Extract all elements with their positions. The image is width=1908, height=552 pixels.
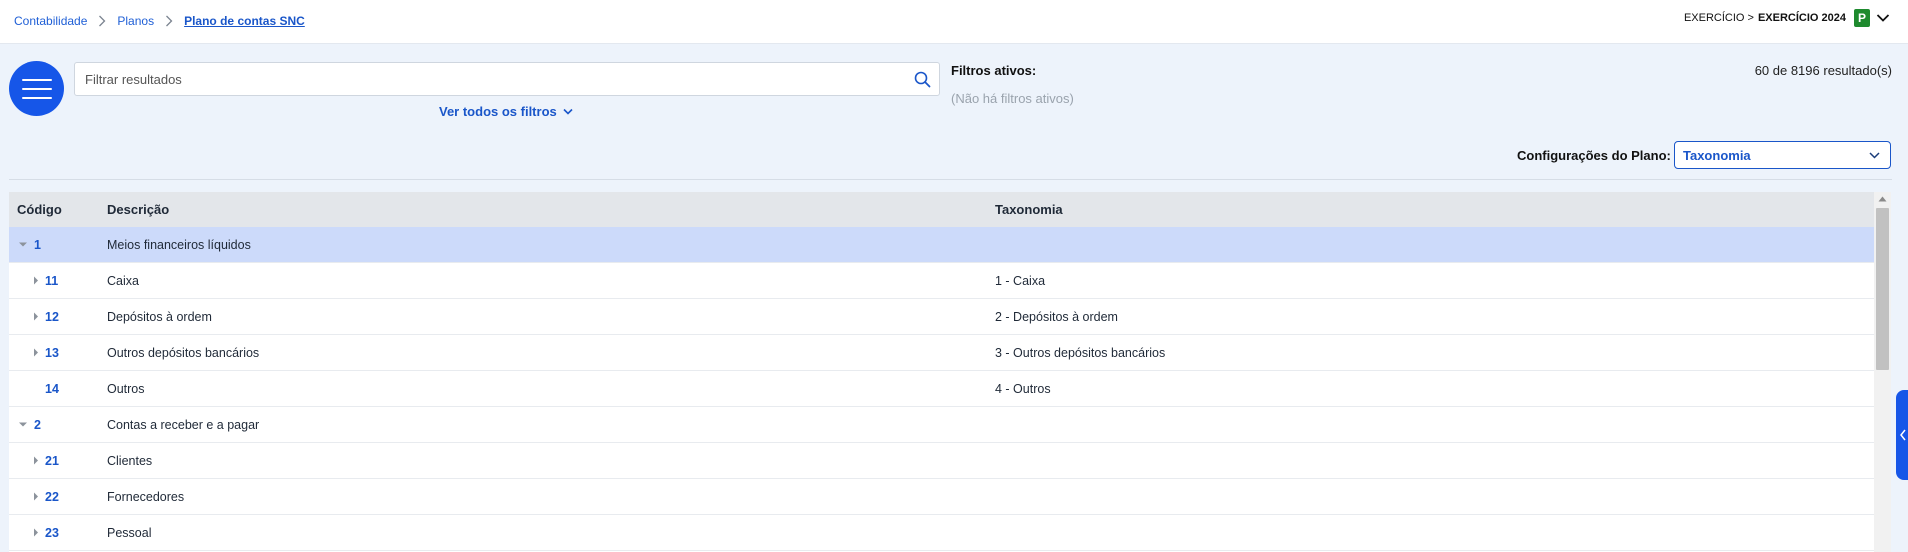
table-row[interactable]: 2 Contas a receber e a pagar [9, 407, 1874, 443]
row-code[interactable]: 12 [45, 310, 59, 324]
chevron-down-icon [1869, 152, 1880, 159]
table-row[interactable]: 13 Outros depósitos bancários 3 - Outros d… [9, 335, 1874, 371]
side-panel-toggle[interactable] [1896, 390, 1908, 480]
plan-config-select[interactable]: Taxonomia [1674, 141, 1891, 169]
exercise-status-badge: P [1854, 9, 1870, 27]
column-header-taxonomy[interactable]: Taxonomia [995, 202, 1063, 217]
table-row[interactable]: 22 Fornecedores [9, 479, 1874, 515]
row-description: Outros [107, 382, 145, 396]
chevron-left-icon [1900, 429, 1906, 441]
row-code[interactable]: 23 [45, 526, 59, 540]
active-filters-empty: (Não há filtros ativos) [951, 91, 1074, 106]
all-filters-label: Ver todos os filtros [439, 104, 557, 119]
chevron-right-icon [154, 15, 184, 27]
vertical-scrollbar[interactable] [1874, 192, 1891, 552]
table-row[interactable]: 23 Pessoal [9, 515, 1874, 551]
search-input[interactable] [85, 63, 885, 95]
table-row[interactable]: 11 Caixa 1 - Caixa [9, 263, 1874, 299]
row-description: Fornecedores [107, 490, 185, 504]
divider [9, 179, 1892, 180]
row-code[interactable]: 21 [45, 454, 59, 468]
scroll-up-arrow-icon[interactable] [1878, 196, 1887, 202]
scrollbar-thumb[interactable] [1876, 208, 1889, 370]
results-count: 60 de 8196 resultado(s) [1754, 63, 1892, 78]
row-description: Clientes [107, 454, 153, 468]
row-code[interactable]: 13 [45, 346, 59, 360]
row-description: Caixa [107, 274, 139, 288]
caret-right-icon[interactable] [32, 456, 40, 465]
chevron-right-icon [87, 15, 117, 27]
column-header-code[interactable]: Código [17, 202, 62, 217]
caret-right-icon[interactable] [32, 312, 40, 321]
breadcrumb-item-current[interactable]: Plano de contas SNC [184, 14, 305, 28]
all-filters-toggle[interactable]: Ver todos os filtros [439, 104, 573, 119]
row-code[interactable]: 2 [34, 418, 41, 432]
exercise-selector[interactable]: EXERCÍCIO > EXERCÍCIO 2024 P [1684, 9, 1890, 27]
active-filters-title: Filtros ativos: [951, 63, 1037, 78]
row-taxonomy: 3 - Outros depósitos bancários [995, 346, 1166, 360]
table-body: 1 Meios financeiros líquidos 11 Caixa 1 - Ca… [9, 227, 1874, 551]
hamburger-icon [21, 78, 52, 81]
search-box [74, 62, 940, 96]
breadcrumb: Contabilidade Planos Plano de contas SNC [14, 14, 305, 28]
row-description: Outros depósitos bancários [107, 346, 260, 360]
accounts-table: Código Descrição Taxonomia 1 Meios financ… [9, 192, 1874, 552]
search-icon[interactable] [914, 71, 931, 88]
caret-down-icon[interactable] [19, 240, 27, 249]
row-code[interactable]: 22 [45, 490, 59, 504]
row-taxonomy: 1 - Caixa [995, 274, 1046, 288]
plan-config-selected: Taxonomia [1683, 147, 1751, 163]
caret-right-icon[interactable] [32, 528, 40, 537]
menu-button[interactable] [9, 61, 64, 116]
row-description: Contas a receber e a pagar [107, 418, 260, 432]
table-header: Código Descrição Taxonomia [9, 192, 1874, 227]
table-row[interactable]: 14 Outros 4 - Outros [9, 371, 1874, 407]
breadcrumb-item-contabilidade[interactable]: Contabilidade [14, 14, 87, 28]
caret-right-icon[interactable] [32, 276, 40, 285]
row-description: Meios financeiros líquidos [107, 238, 251, 252]
row-code[interactable]: 1 [34, 238, 41, 252]
table-row[interactable]: 12 Depósitos à ordem 2 - Depósitos à ordem [9, 299, 1874, 335]
breadcrumb-item-planos[interactable]: Planos [117, 14, 154, 28]
row-description: Depósitos à ordem [107, 310, 212, 324]
caret-right-icon[interactable] [32, 348, 40, 357]
exercise-prefix: EXERCÍCIO > [1683, 12, 1754, 24]
column-header-description[interactable]: Descrição [107, 202, 169, 217]
plan-config-label: Configurações do Plano: [1517, 148, 1671, 163]
row-taxonomy: 4 - Outros [995, 382, 1051, 396]
row-code[interactable]: 14 [45, 382, 59, 396]
row-code[interactable]: 11 [45, 274, 58, 288]
chevron-down-icon[interactable] [1876, 13, 1890, 23]
row-description: Pessoal [107, 526, 152, 540]
caret-down-icon[interactable] [19, 420, 27, 429]
exercise-label: EXERCÍCIO 2024 [1757, 12, 1846, 24]
top-bar: Contabilidade Planos Plano de contas SNC… [0, 0, 1908, 44]
chevron-down-icon [563, 108, 573, 115]
row-taxonomy: 2 - Depósitos à ordem [995, 310, 1118, 324]
table-row[interactable]: 21 Clientes [9, 443, 1874, 479]
table-row[interactable]: 1 Meios financeiros líquidos [9, 227, 1874, 263]
caret-right-icon[interactable] [32, 492, 40, 501]
